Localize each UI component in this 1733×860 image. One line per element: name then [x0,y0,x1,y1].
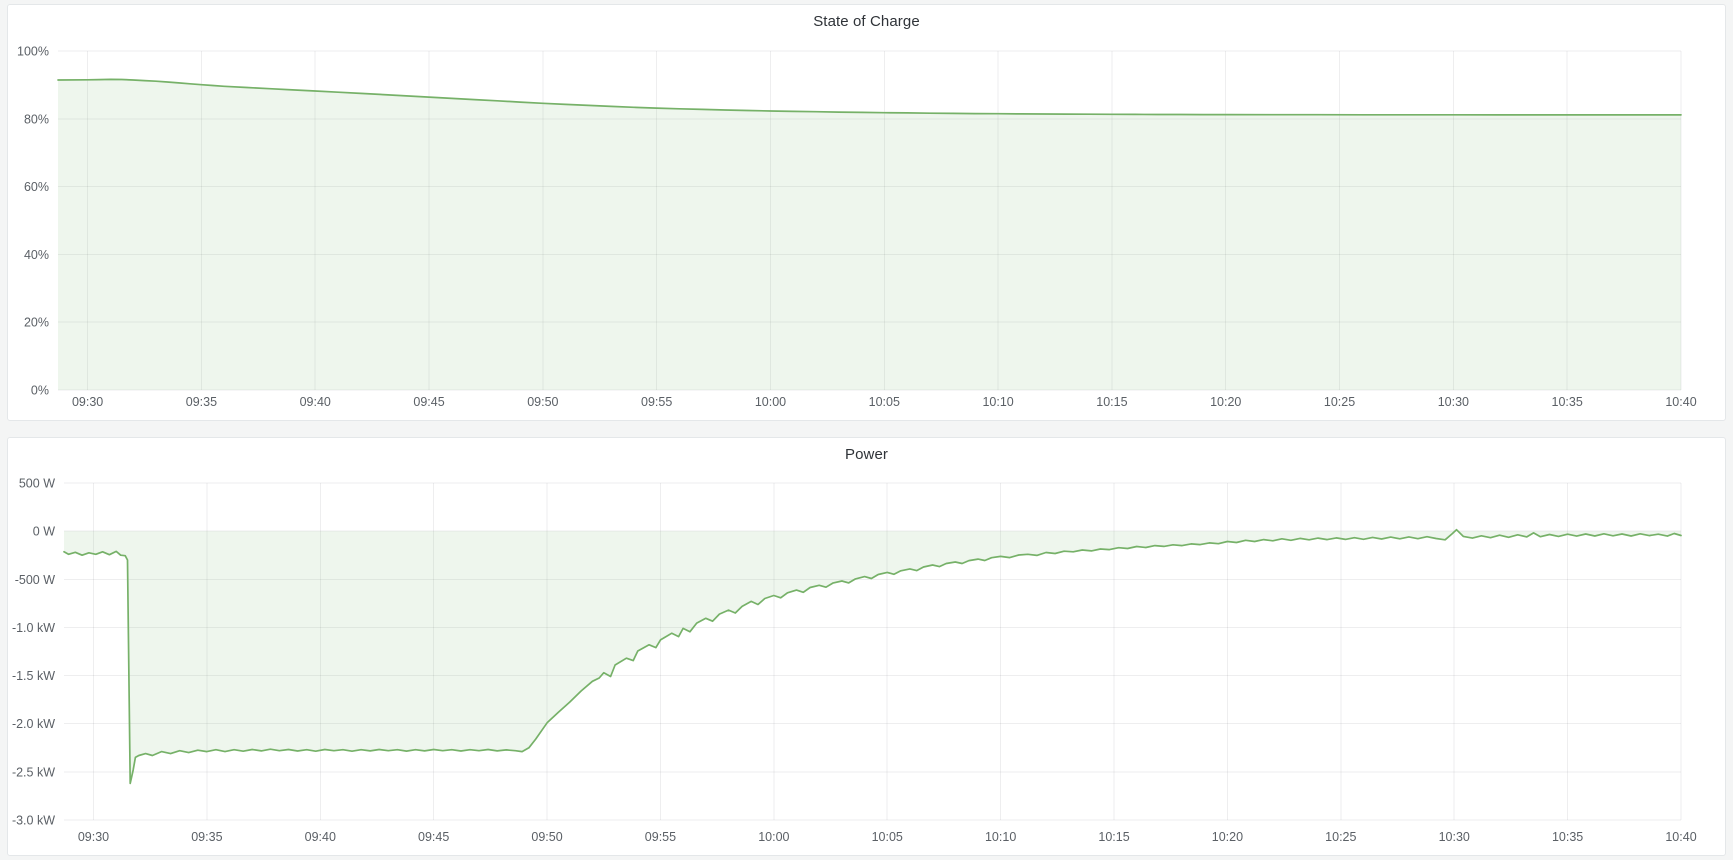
x-axis-tick-label: 10:20 [1210,395,1241,409]
y-axis-tick-label: 40% [24,248,49,262]
x-axis-tick-label: 10:15 [1098,830,1129,844]
state-of-charge-chart[interactable]: 100% 80% 60% 40% 20% 0% 09:30 09:35 09:40 09:45 09… [8,5,1725,419]
x-axis-tick-label: 10:00 [755,395,786,409]
x-axis-tick-label: 10:30 [1439,830,1470,844]
y-axis-tick-label: 0 W [33,525,55,539]
x-axis-tick-label: 10:40 [1665,830,1696,844]
panel-title-state-of-charge[interactable]: State of Charge [8,13,1725,30]
panel-title-power[interactable]: Power [8,446,1725,463]
y-axis-tick-label: -3.0 kW [12,814,55,828]
y-axis-tick-label: -1.5 kW [12,669,55,683]
y-axis-tick-label: 60% [24,180,49,194]
x-axis-tick-label: 10:25 [1325,830,1356,844]
series-area-fill [58,79,1681,390]
y-axis-tick-label: -2.5 kW [12,765,55,779]
x-axis-tick-label: 10:10 [982,395,1013,409]
x-axis-tick-label: 10:05 [869,395,900,409]
x-axis-tick-label: 09:35 [186,395,217,409]
x-axis-tick-label: 09:40 [300,395,331,409]
x-axis-tick-label: 09:55 [645,830,676,844]
x-axis-tick-label: 09:50 [527,395,558,409]
power-chart[interactable]: 500 W 0 W -500 W -1.0 kW -1.5 kW -2.0 kW -2.5 … [8,438,1725,855]
panel-state-of-charge: State of Charge 100% 80% 60% 40% 20% 0% 09:30 0… [7,4,1726,421]
x-axis-tick-label: 10:00 [758,830,789,844]
y-axis-tick-label: 0% [31,384,49,398]
x-axis-tick-label: 09:45 [413,395,444,409]
x-axis-tick-label: 10:15 [1096,395,1127,409]
x-axis-tick-label: 10:25 [1324,395,1355,409]
x-axis-tick-label: 09:45 [418,830,449,844]
y-axis-tick-label: 100% [17,45,49,59]
x-axis-tick-label: 09:30 [72,395,103,409]
y-axis-tick-label: 20% [24,316,49,330]
x-axis-tick-label: 09:35 [191,830,222,844]
x-axis-tick-label: 10:10 [985,830,1016,844]
x-axis-tick-label: 10:40 [1665,395,1696,409]
y-axis-tick-label: 500 W [19,477,55,491]
y-axis-tick-label: -1.0 kW [12,621,55,635]
x-axis-tick-label: 10:20 [1212,830,1243,844]
y-axis-tick-label: -500 W [15,573,55,587]
x-axis-tick-label: 10:35 [1552,395,1583,409]
x-axis-tick-label: 10:35 [1552,830,1583,844]
x-axis-tick-label: 10:05 [872,830,903,844]
x-axis-tick-label: 09:55 [641,395,672,409]
y-axis-tick-label: 80% [24,112,49,126]
series-area-fill [64,530,1681,784]
panel-power: Power 500 W 0 W -500 W -1.0 kW -1.5 kW -2.0 k… [7,437,1726,856]
x-axis-tick-label: 09:30 [78,830,109,844]
x-axis-tick-label: 10:30 [1438,395,1469,409]
x-axis-tick-label: 09:50 [531,830,562,844]
y-axis-tick-label: -2.0 kW [12,717,55,731]
x-axis-tick-label: 09:40 [305,830,336,844]
